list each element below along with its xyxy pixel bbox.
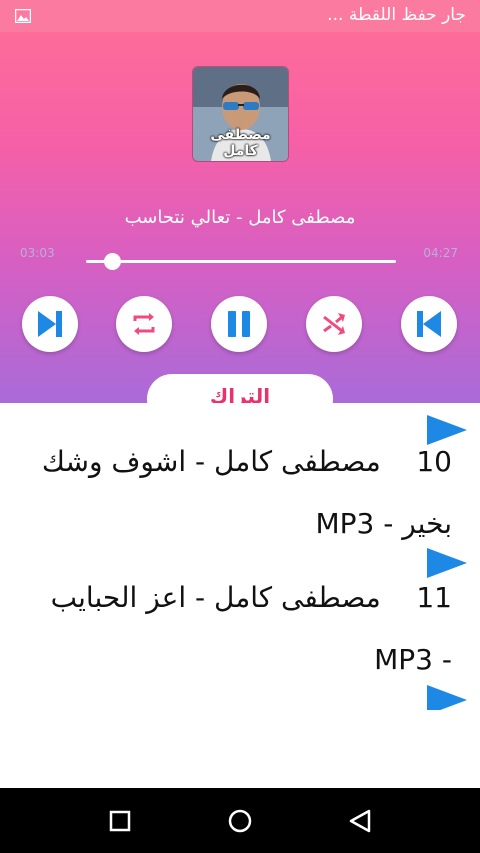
repeat-icon [133,313,155,335]
list-item[interactable] [0,683,480,710]
status-text: جار حفظ اللقطة ... [327,5,466,25]
list-item-title: 11 مصطفى كامل - اعز الحبايب - MP3 [32,567,452,691]
status-bar: جار حفظ اللقطة ... [0,0,480,32]
player-panel: جار حفظ اللقطة ... مصطفى كامل مصطفى كامل… [0,0,480,403]
playlist: 10 مصطفى كامل - اشوف وشك بخير - MP3 11 م… [0,403,480,710]
track-number: 10 [416,445,452,478]
previous-button[interactable] [401,296,457,352]
total-duration: 04:27 [423,246,458,260]
track-number: 11 [416,581,452,614]
album-art: مصطفى كامل [192,66,289,162]
seek-thumb[interactable] [104,253,122,270]
track-name: مصطفى كامل - اعز الحبايب - MP3 [50,581,452,676]
navigation-bar [0,788,480,853]
list-item[interactable]: 11 مصطفى كامل - اعز الحبايب - MP3 [0,543,480,683]
next-icon [38,311,62,337]
track-name: مصطفى كامل - اشوف وشك بخير - MP3 [41,445,452,540]
home-icon[interactable] [225,806,255,836]
recents-icon[interactable] [105,806,135,836]
play-icon[interactable] [425,685,469,710]
song-title: مصطفى كامل - تعالي نتحاسب [124,207,356,228]
previous-icon [417,311,441,337]
next-button[interactable] [22,296,78,352]
list-item-title: 10 مصطفى كامل - اشوف وشك بخير - MP3 [32,431,452,555]
back-icon[interactable] [345,806,375,836]
album-caption: مصطفى كامل [210,127,271,159]
list-item[interactable]: 10 مصطفى كامل - اشوف وشك بخير - MP3 [0,403,480,543]
seek-bar[interactable] [86,260,396,263]
shuffle-button[interactable] [306,296,362,352]
shuffle-icon [323,313,345,335]
repeat-button[interactable] [116,296,172,352]
pause-button[interactable] [211,296,267,352]
pause-icon [228,311,250,337]
elapsed-time: 03:03 [20,246,55,260]
image-icon [15,9,31,23]
tab-tracks[interactable]: التراك [147,374,333,403]
